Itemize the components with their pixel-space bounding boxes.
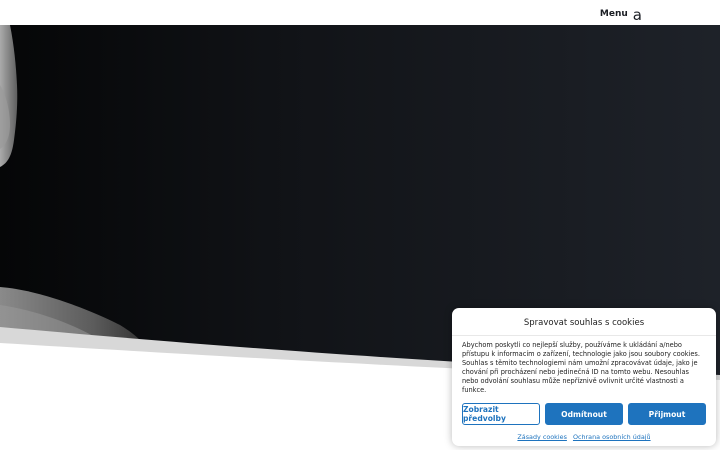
cookie-consent-dialog: Spravovat souhlas s cookies Abychom posk… [452, 308, 716, 446]
cookie-button-row: Zobrazit předvolby Odmítnout Přijmout [462, 403, 706, 425]
menu-icon: a [632, 6, 642, 24]
divider [452, 335, 716, 336]
deny-button[interactable]: Odmítnout [545, 403, 623, 425]
accept-button[interactable]: Přijmout [628, 403, 706, 425]
cookie-links: Zásady cookies Ochrana osobních údajů [462, 433, 706, 441]
cookie-dialog-title: Spravovat souhlas s cookies [523, 318, 645, 328]
cookie-dialog-text: Abychom poskytli co nejlepší služby, pou… [462, 341, 700, 394]
menu-label: Menu [599, 9, 628, 19]
view-preferences-button[interactable]: Zobrazit předvolby [462, 403, 540, 425]
page: Menu a Spravovat souhlas s cookies Abych… [0, 0, 720, 450]
site-header: Menu a [0, 0, 720, 25]
cookie-policy-link[interactable]: Zásady cookies [517, 433, 566, 441]
privacy-policy-link[interactable]: Ochrana osobních údajů [573, 433, 651, 441]
menu-toggle[interactable]: Menu a [599, 6, 642, 24]
